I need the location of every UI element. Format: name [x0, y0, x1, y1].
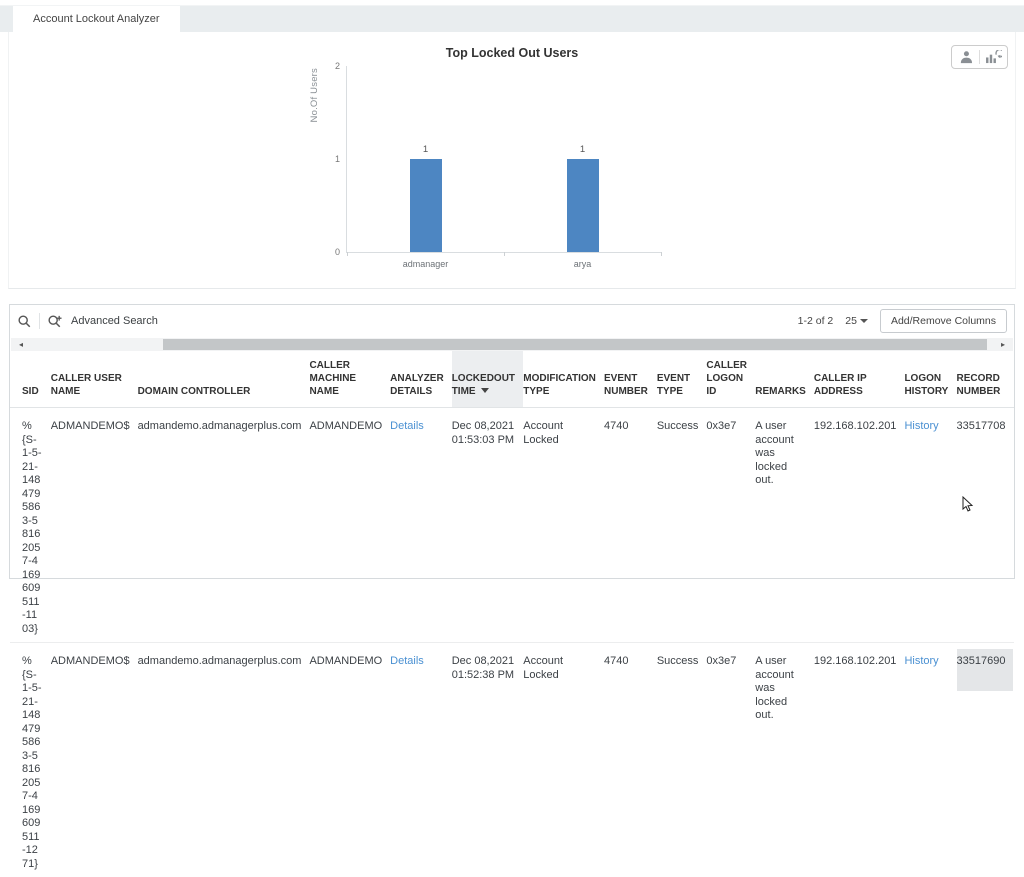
page-size-value: 25 [845, 315, 857, 327]
cell-domain-controller: admandemo.admanagerplus.com [138, 408, 310, 643]
advanced-search-label[interactable]: Advanced Search [71, 315, 158, 327]
scrollbar-thumb[interactable] [163, 339, 987, 350]
divider [39, 313, 40, 329]
column-header-caller-user-name[interactable]: CALLER USER NAME [51, 351, 138, 408]
column-header-caller-machine-name[interactable]: CALLER MACHINE NAME [309, 351, 390, 408]
cell-remarks: A user account was locked out. [755, 643, 814, 877]
cell-caller-machine-name: ADMANDEMO [309, 408, 390, 643]
bar-admanager[interactable] [410, 159, 442, 252]
table-header: SIDCALLER USER NAMEDOMAIN CONTROLLERCALL… [10, 351, 1014, 408]
bar-arya[interactable] [567, 159, 599, 252]
column-header-caller-logon-id[interactable]: CALLER LOGON ID [706, 351, 755, 408]
lockout-events-table: SIDCALLER USER NAMEDOMAIN CONTROLLERCALL… [10, 351, 1014, 877]
column-header-event-type[interactable]: EVENT TYPE [657, 351, 707, 408]
cell-caller-machine-name: ADMANDEMO [309, 643, 390, 877]
cell-caller-user-name: ADMANDEMO$ [51, 643, 138, 877]
pagination-text: 1-2 of 2 [798, 315, 834, 327]
cell-sid: %{S-1-5-21-1484795863-58162057-416960951… [10, 643, 51, 877]
bar-value-label: 1 [406, 144, 446, 155]
cell-event-type: Success [657, 643, 707, 877]
sort-desc-icon [481, 388, 489, 393]
column-header-domain-controller[interactable]: DOMAIN CONTROLLER [138, 351, 310, 408]
details-link[interactable]: Details [390, 655, 424, 667]
table-row[interactable]: %{S-1-5-21-1484795863-58162057-416960951… [10, 408, 1014, 643]
cell-logon-history[interactable]: History [904, 408, 956, 643]
x-category-label: admanager [403, 259, 449, 269]
column-header-lockedout-time[interactable]: LOCKEDOUT TIME [452, 351, 524, 408]
cell-caller-ip-address: 192.168.102.201 [814, 643, 905, 877]
y-axis-label: No.Of Users [309, 68, 320, 122]
column-header-sid[interactable]: SID [10, 351, 51, 408]
cell-remarks: A user account was locked out. [755, 408, 814, 643]
cell-event-number: 4740 [604, 643, 657, 877]
cell-record-number: 33517690 [957, 643, 1014, 877]
search-icon[interactable] [17, 314, 32, 329]
cell-caller-logon-id: 0x3e7 [706, 408, 755, 643]
table-row[interactable]: %{S-1-5-21-1484795863-58162057-416960951… [10, 643, 1014, 877]
cell-analyzer-details[interactable]: Details [390, 408, 452, 643]
bar-value-label: 1 [563, 144, 603, 155]
chart-refresh-icon[interactable] [980, 46, 1007, 68]
column-header-event-number[interactable]: EVENT NUMBER [604, 351, 657, 408]
chart-panel: Top Locked Out Users No.Of Users 0121adm… [8, 32, 1016, 289]
cell-event-type: Success [657, 408, 707, 643]
cell-caller-ip-address: 192.168.102.201 [814, 408, 905, 643]
x-axis-tick [661, 252, 662, 256]
cell-event-number: 4740 [604, 408, 657, 643]
toolbar-left: Advanced Search [17, 313, 158, 329]
add-remove-columns-button[interactable]: Add/Remove Columns [880, 309, 1007, 333]
x-category-label: arya [574, 259, 592, 269]
column-header-logon-history[interactable]: LOGON HISTORY [904, 351, 956, 408]
column-header-modification-type[interactable]: MODIFICATION TYPE [523, 351, 604, 408]
column-header-record-number[interactable]: RECORD NUMBER [957, 351, 1014, 408]
toolbar-right: 1-2 of 2 25 Add/Remove Columns [798, 309, 1007, 333]
chart-title: Top Locked Out Users [9, 32, 1015, 60]
table-body: %{S-1-5-21-1484795863-58162057-416960951… [10, 408, 1014, 877]
cell-sid: %{S-1-5-21-1484795863-58162057-416960951… [10, 408, 51, 643]
details-link[interactable]: Details [390, 420, 424, 432]
column-header-remarks[interactable]: REMARKS [755, 351, 814, 408]
y-tick-label: 1 [322, 154, 340, 164]
horizontal-scrollbar[interactable]: ◂ ▸ [11, 338, 1013, 351]
chevron-down-icon [860, 319, 868, 323]
cell-lockedout-time: Dec 08,2021 01:53:03 PM [452, 408, 524, 643]
tab-account-lockout-analyzer[interactable]: Account Lockout Analyzer [13, 6, 180, 33]
history-link[interactable]: History [904, 420, 938, 432]
cell-domain-controller: admandemo.admanagerplus.com [138, 643, 310, 877]
x-axis-tick [347, 252, 348, 256]
history-link[interactable]: History [904, 655, 938, 667]
column-header-analyzer-details[interactable]: ANALYZER DETAILS [390, 351, 452, 408]
cell-lockedout-time: Dec 08,2021 01:52:38 PM [452, 643, 524, 877]
grid-toolbar: Advanced Search 1-2 of 2 25 Add/Remove C… [10, 305, 1014, 337]
cell-analyzer-details[interactable]: Details [390, 643, 452, 877]
advanced-search-icon[interactable] [47, 314, 62, 329]
cell-caller-logon-id: 0x3e7 [706, 643, 755, 877]
y-tick-label: 0 [322, 247, 340, 257]
cell-record-number: 33517708 [957, 408, 1014, 643]
bar-chart: 0121admanager1arya [346, 66, 661, 253]
user-icon[interactable] [952, 46, 979, 68]
tab-bar: Account Lockout Analyzer [0, 5, 1024, 32]
chart-actions-group [951, 45, 1008, 69]
cell-modification-type: Account Locked [523, 643, 604, 877]
x-axis-tick [504, 252, 505, 256]
table-panel: Advanced Search 1-2 of 2 25 Add/Remove C… [9, 304, 1015, 579]
scroll-right-icon[interactable]: ▸ [995, 338, 1011, 351]
column-header-caller-ip-address[interactable]: CALLER IP ADDRESS [814, 351, 905, 408]
scroll-left-icon[interactable]: ◂ [13, 338, 29, 351]
cell-caller-user-name: ADMANDEMO$ [51, 408, 138, 643]
y-tick-label: 2 [322, 61, 340, 71]
page-size-dropdown[interactable]: 25 [845, 315, 868, 327]
cell-logon-history[interactable]: History [904, 643, 956, 877]
cell-modification-type: Account Locked [523, 408, 604, 643]
